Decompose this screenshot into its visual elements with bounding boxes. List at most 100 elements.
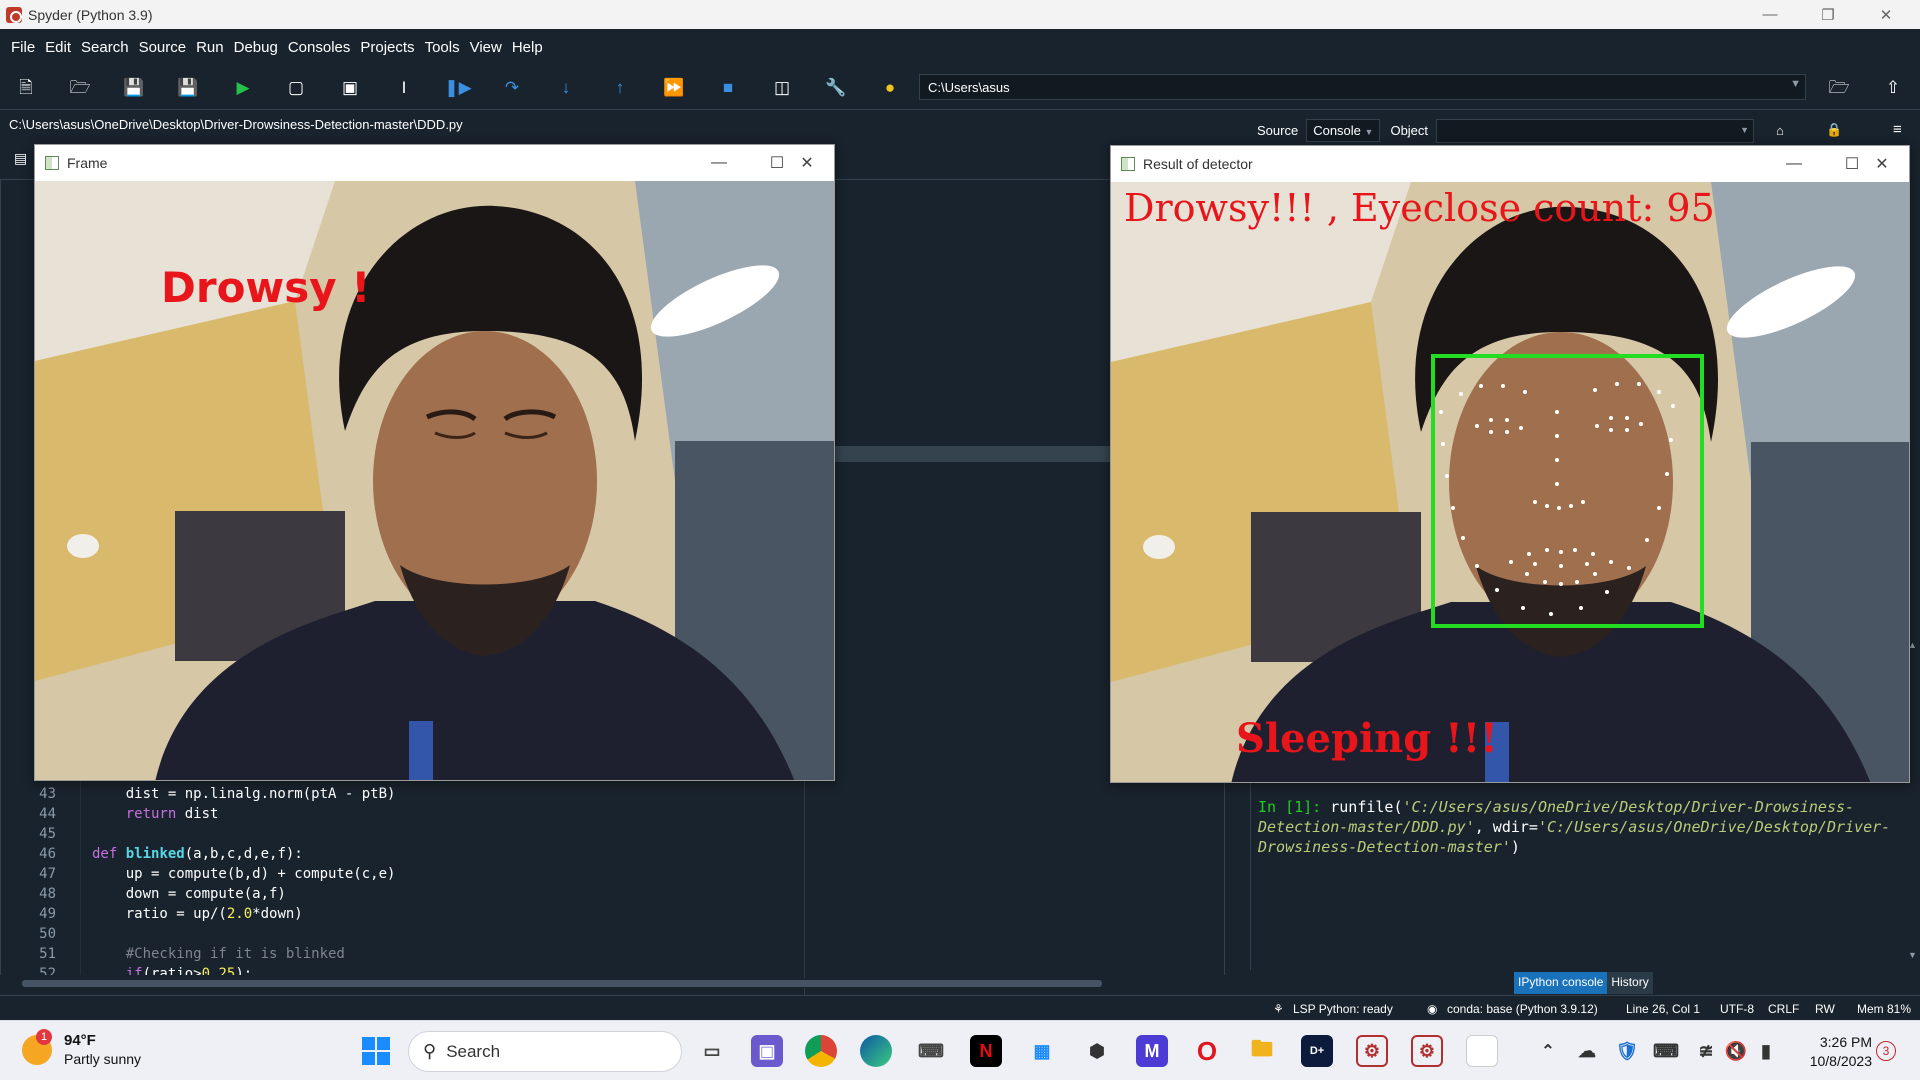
opencv-window-icon [1121, 157, 1135, 171]
new-file-icon[interactable]: 🗎 [15, 76, 37, 98]
status-bar: ⚘ LSP Python: ready ◉ conda: base (Pytho… [0, 995, 1920, 1020]
step-out-icon[interactable]: ↑ [609, 76, 631, 98]
menu-tools[interactable]: Tools [420, 39, 465, 56]
minimize-icon[interactable]: — [1765, 146, 1823, 182]
browse-tabs-icon[interactable]: ▤ [14, 150, 27, 167]
file-explorer-icon[interactable]: 🖿 [1246, 1035, 1278, 1067]
volume-muted-icon[interactable]: 🔇 [1720, 1035, 1752, 1067]
options-menu-icon[interactable]: ≡ [1893, 121, 1902, 138]
tab-ipython-console[interactable]: IPython console [1514, 972, 1608, 994]
minimize-icon[interactable]: — [690, 145, 748, 181]
security-icon[interactable]: 🛡 [1611, 1035, 1643, 1067]
menu-consoles[interactable]: Consoles [283, 39, 356, 56]
menu-source[interactable]: Source [134, 39, 192, 56]
step-into-icon[interactable]: ↓ [555, 76, 577, 98]
3d-app-icon[interactable]: ⬢ [1081, 1035, 1113, 1067]
tab-history[interactable]: History [1607, 972, 1653, 994]
store-icon[interactable]: ▦ [1026, 1035, 1058, 1067]
editor-horizontal-scrollbar[interactable] [8, 978, 1218, 988]
spyder-taskbar-icon[interactable]: ⚙ [1356, 1035, 1388, 1067]
menu-debug[interactable]: Debug [229, 39, 283, 56]
menu-help[interactable]: Help [507, 39, 548, 56]
lsp-status[interactable]: LSP Python: ready [1293, 1002, 1393, 1016]
conda-status[interactable]: conda: base (Python 3.9.12) [1447, 1002, 1598, 1016]
wifi-icon[interactable]: ≇ [1690, 1035, 1722, 1067]
menu-file[interactable]: File [6, 39, 40, 56]
disney-plus-icon[interactable]: D+ [1301, 1035, 1333, 1067]
scrollbar-thumb[interactable] [22, 980, 1102, 987]
netflix-icon[interactable]: N [970, 1035, 1002, 1067]
chevron-down-icon: ▼ [1740, 124, 1750, 135]
source-select-value: Console [1313, 123, 1361, 138]
open-folder-icon[interactable]: 🗁 [69, 76, 91, 98]
code-line: #Checking if it is blinked [125, 946, 345, 962]
run-selection-icon[interactable]: I [393, 76, 415, 98]
line-number: 47 [39, 866, 56, 882]
debug-icon[interactable]: ❚▶ [444, 76, 471, 98]
pane-splitter[interactable] [835, 446, 1110, 462]
line-number: 43 [39, 786, 56, 802]
close-icon[interactable]: ✕ [1853, 146, 1911, 182]
cursor-position: Line 26, Col 1 [1626, 1002, 1701, 1016]
file-encoding: UTF-8 [1720, 1002, 1754, 1016]
source-select[interactable]: Console ▼ [1306, 119, 1381, 142]
frame-window: Frame — ☐ ✕ Drowsy ! [34, 144, 835, 781]
weather-temp: 94°F [64, 1032, 96, 1049]
notepad-icon[interactable] [1466, 1035, 1498, 1067]
stop-icon[interactable]: ■ [717, 76, 739, 98]
task-view-icon[interactable]: ▭ [696, 1035, 728, 1067]
menu-run[interactable]: Run [191, 39, 229, 56]
spyder-taskbar-icon-2[interactable]: ⚙ [1411, 1035, 1443, 1067]
chrome-icon[interactable] [805, 1035, 837, 1067]
menu-search[interactable]: Search [76, 39, 134, 56]
menu-view[interactable]: View [465, 39, 507, 56]
browse-folder-icon[interactable]: 🗁 [1828, 76, 1850, 98]
opencv-window-icon [45, 156, 59, 170]
system-clock[interactable]: 3:26 PM 10/8/2023 [1782, 1033, 1872, 1071]
home-icon[interactable]: ⌂ [1776, 123, 1784, 138]
python-path-icon[interactable]: ● [879, 76, 901, 98]
detector-feed: Drowsy!!! , Eyeclose count: 95 Sleeping … [1111, 182, 1909, 782]
start-windows-icon[interactable] [360, 1035, 392, 1067]
menu-projects[interactable]: Projects [355, 39, 419, 56]
clock-date: 10/8/2023 [1809, 1053, 1872, 1069]
opera-icon[interactable]: O [1191, 1035, 1223, 1067]
scroll-down-icon[interactable]: ▼ [1908, 950, 1917, 960]
taskbar-search[interactable]: ⚲ Search [408, 1031, 682, 1072]
restore-icon[interactable]: ❐ [1799, 0, 1857, 29]
line-number: 46 [39, 846, 56, 862]
math-app-icon[interactable]: M [1136, 1035, 1168, 1067]
object-input[interactable]: ▼ [1436, 118, 1755, 143]
menu-bar: File Edit Search Source Run Debug Consol… [0, 29, 1920, 65]
edge-icon[interactable] [860, 1035, 892, 1067]
menu-edit[interactable]: Edit [40, 39, 76, 56]
teams-chat-icon[interactable]: ▣ [751, 1035, 783, 1067]
save-icon[interactable]: 💾 [123, 76, 145, 98]
continue-icon[interactable]: ⏩ [663, 76, 685, 98]
source-label: Source [1257, 123, 1299, 138]
run-cell-icon[interactable]: ▢ [285, 76, 307, 98]
run-cell-advance-icon[interactable]: ▣ [339, 76, 361, 98]
console-sep: , wdir= [1474, 818, 1538, 836]
weather-widget[interactable]: 1 94°F Partly sunny [22, 1029, 162, 1071]
battery-icon[interactable]: ▮ [1750, 1035, 1782, 1067]
step-over-icon[interactable]: ↷ [501, 76, 523, 98]
keyboard-app-icon[interactable]: ⌨ [915, 1035, 947, 1067]
close-icon[interactable]: ✕ [778, 145, 836, 181]
notification-badge[interactable]: 3 [1876, 1041, 1896, 1061]
onedrive-icon[interactable]: ☁ [1571, 1035, 1603, 1067]
close-icon[interactable]: ✕ [1857, 0, 1915, 29]
preferences-icon[interactable]: 🔧 [825, 76, 847, 98]
save-all-icon[interactable]: 💾 [177, 76, 199, 98]
parent-dir-icon[interactable]: ⇧ [1882, 76, 1904, 98]
drowsy-alert-text: Drowsy ! [161, 263, 371, 312]
minimize-icon[interactable]: — [1741, 0, 1799, 29]
run-icon[interactable]: ▶ [232, 76, 254, 98]
show-hidden-icons-chevron[interactable]: ⌃ [1532, 1035, 1564, 1067]
eyeclose-count-text: Drowsy!!! , Eyeclose count: 95 [1124, 186, 1715, 230]
keyboard-layout-icon[interactable]: ⌨ [1650, 1035, 1682, 1067]
maximize-pane-icon[interactable]: ◫ [771, 76, 793, 98]
working-directory-field[interactable]: C:\Users\asus ▼ [919, 74, 1806, 100]
lock-icon[interactable]: 🔒 [1826, 122, 1842, 138]
chevron-down-icon[interactable]: ▼ [1790, 78, 1801, 90]
